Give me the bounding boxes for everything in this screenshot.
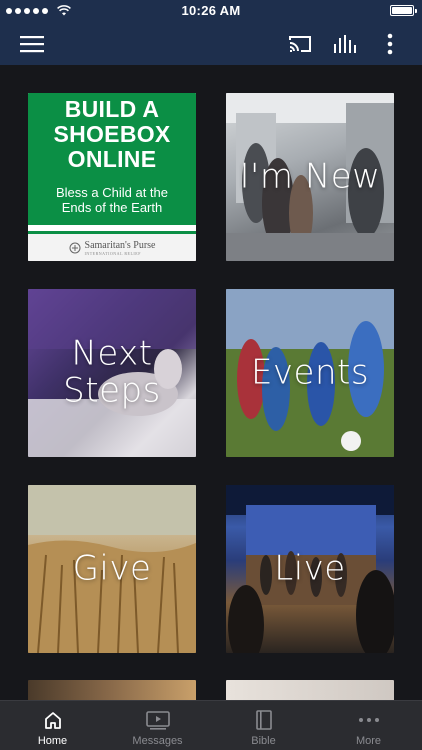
tab-more[interactable]: More <box>316 701 421 750</box>
tile-label: Next Steps <box>63 333 161 411</box>
home-content: BUILD A SHOEBOX ONLINE Bless a Child at … <box>0 65 422 700</box>
promo-headline: BUILD A SHOEBOX ONLINE <box>28 97 196 172</box>
promo-subline: Bless a Child at the Ends of the Earth <box>28 185 196 215</box>
tile-label: I'm New <box>239 156 381 197</box>
tab-label: Home <box>37 735 68 747</box>
status-time: 10:26 AM <box>181 3 241 18</box>
tile-give[interactable]: Give <box>28 485 196 653</box>
tab-home[interactable]: Home <box>0 701 105 750</box>
more-options-button[interactable] <box>372 22 408 65</box>
promo-subline1: Bless a Child at the <box>55 185 168 200</box>
tile-im-new[interactable]: I'm New <box>226 93 394 261</box>
hamburger-menu-button[interactable] <box>14 22 50 65</box>
cast-icon <box>289 35 311 52</box>
promo-headline-line2: SHOEBOX <box>53 121 171 147</box>
promo-sponsor: Samaritan's Purse INTERNATIONAL RELIEF <box>28 234 196 261</box>
home-icon <box>44 712 61 729</box>
sponsor-sub-text: INTERNATIONAL RELIEF <box>84 250 141 256</box>
tile-events[interactable]: Events <box>226 289 394 457</box>
cast-button[interactable] <box>282 22 318 65</box>
samaritans-purse-logo-icon <box>69 242 81 253</box>
tile-next-steps[interactable]: Next Steps <box>28 289 196 457</box>
horizontal-ellipsis-icon <box>358 718 379 722</box>
tab-bible[interactable]: Bible <box>211 701 316 750</box>
shoebox-promo-tile[interactable]: BUILD A SHOEBOX ONLINE Bless a Child at … <box>28 93 196 261</box>
promo-headline-line1: BUILD A <box>64 96 160 122</box>
tab-label: Bible <box>251 735 276 747</box>
book-icon <box>255 710 272 730</box>
tab-messages[interactable]: Messages <box>105 701 210 750</box>
status-bar: 10:26 AM <box>0 0 422 22</box>
tile-live[interactable]: Live <box>226 485 394 653</box>
audio-button[interactable] <box>327 22 363 65</box>
tile-label: Events <box>250 352 370 393</box>
promo-banner: BUILD A SHOEBOX ONLINE Bless a Child at … <box>28 93 196 225</box>
video-player-icon <box>145 711 170 730</box>
sponsor-name: Samaritan's Purse INTERNATIONAL RELIEF <box>85 240 156 256</box>
tab-label: Messages <box>132 735 183 747</box>
sponsor-name-text: Samaritan's Purse <box>84 239 156 251</box>
vertical-ellipsis-icon <box>387 33 393 54</box>
tile-partial-right[interactable] <box>226 680 394 700</box>
bottom-tab-bar: Home Messages Bible More <box>0 700 422 750</box>
tile-label: Give <box>72 548 152 589</box>
tile-partial-left[interactable] <box>28 680 196 700</box>
battery-icon <box>390 5 417 16</box>
audio-bars-icon <box>334 34 356 53</box>
top-nav-bar <box>0 22 422 65</box>
hamburger-menu-icon <box>20 35 44 52</box>
tab-label: More <box>355 735 382 747</box>
promo-headline-line3: ONLINE <box>67 146 157 172</box>
tile-label: Live <box>274 548 346 589</box>
promo-subline2: Ends of the Earth <box>61 200 163 215</box>
